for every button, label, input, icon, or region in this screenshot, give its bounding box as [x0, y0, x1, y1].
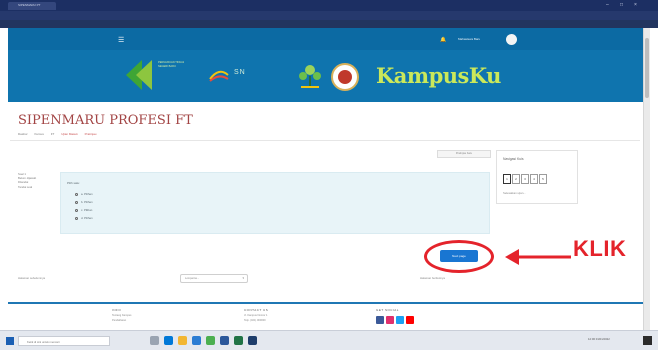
taskbar-clock[interactable]: 12:00 01/01/2022: [588, 337, 610, 341]
footer-contact-title: CONTACT US: [244, 308, 269, 312]
user-name[interactable]: Mahasiswa Baru: [458, 37, 480, 41]
footer-social-title: GET SOCIAL: [376, 308, 399, 312]
university-seal-logo: [331, 63, 359, 91]
quiz-navigation-block: Navigasi Kuis 12345 Selesaikan ujian...: [496, 150, 578, 204]
youtube-icon[interactable]: [406, 316, 414, 324]
finish-attempt-link[interactable]: Selesaikan ujian...: [503, 191, 526, 195]
footer-address: Jl. Kampus Nomor 1: [244, 314, 268, 317]
app-icon[interactable]: [248, 336, 257, 345]
question-navigation: 12345: [503, 174, 548, 184]
quiz-navigation-title: Navigasi Kuis: [503, 157, 524, 161]
user-menu[interactable]: Mahasiswa Baru: [454, 34, 517, 45]
answer-option[interactable]: a. Pilihan: [75, 192, 93, 196]
facebook-icon[interactable]: [376, 316, 384, 324]
radio-button[interactable]: [75, 192, 78, 196]
radio-button[interactable]: [75, 200, 78, 204]
previous-page-link[interactable]: Halaman sebelumnya: [18, 276, 45, 280]
footer-social: GET SOCIAL: [376, 308, 466, 325]
site-footer: INFO Tentang Kampus Pendaftaran CONTACT …: [8, 302, 643, 330]
breadcrumb-item[interactable]: Ujian Masuk: [61, 132, 78, 136]
footer-info: INFO Tentang Kampus Pendaftaran: [112, 308, 202, 322]
question-nav-button[interactable]: 1: [503, 174, 511, 184]
question-nav-button[interactable]: 5: [539, 174, 547, 184]
sn-logo: SN: [208, 65, 288, 87]
tree-logo: [299, 65, 321, 88]
divider: [10, 140, 640, 141]
windows-start-icon[interactable]: [6, 337, 14, 345]
excel-icon[interactable]: [234, 336, 243, 345]
notification-icon[interactable]: 🔔: [440, 37, 446, 43]
scrollbar-thumb[interactable]: [645, 38, 649, 98]
avatar[interactable]: [506, 34, 517, 45]
ptnb-logo-text: PERGURUAN TINGGI NEGERI BARU: [158, 61, 185, 68]
annotation-klik-label: KLIK: [573, 236, 627, 261]
jump-to-select[interactable]: Lompat ke... ▾: [180, 274, 248, 283]
minimize-icon[interactable]: –: [606, 2, 609, 8]
radio-button[interactable]: [75, 216, 78, 220]
flag-question-link[interactable]: Tandai soal: [18, 185, 58, 189]
os-taskbar: Ketik di sini untuk mencari 12:00 01/01/…: [0, 330, 658, 350]
highlight-ellipse: [424, 240, 494, 273]
footer-link[interactable]: Pendaftaran: [112, 319, 202, 322]
page-title: SIPENMARU PROFESI FT: [18, 113, 193, 128]
chevron-down-icon[interactable]: ▾: [242, 276, 244, 280]
answer-option-label[interactable]: c. Pilihan: [81, 208, 92, 212]
footer-info-title: INFO: [112, 308, 122, 312]
browser-tab-title[interactable]: SIPENMARU PT: [18, 3, 41, 7]
task-view-icon[interactable]: [150, 336, 159, 345]
browser-titlebar: SIPENMARU PT – □ ×: [0, 0, 658, 11]
taskbar-search-input[interactable]: Ketik di sini untuk mencari: [18, 336, 110, 346]
word-icon[interactable]: [220, 336, 229, 345]
breadcrumb-item[interactable]: Pratinjau: [85, 132, 97, 136]
chrome-icon[interactable]: [206, 336, 215, 345]
twitter-icon[interactable]: [396, 316, 404, 324]
browser-toolbar: ← → ↻ sipenmaru.pt/ujian/quiz/attempt.ph…: [0, 11, 658, 30]
kampus-logo-text: KampusKu: [376, 63, 501, 88]
start-new-preview-button[interactable]: Pratinjau baru: [437, 150, 491, 158]
store-icon[interactable]: [192, 336, 201, 345]
question-nav-button[interactable]: 3: [521, 174, 529, 184]
breadcrumb-item[interactable]: Dasbor: [18, 132, 28, 136]
jump-to-placeholder[interactable]: Lompat ke...: [185, 277, 199, 280]
answer-option-label[interactable]: a. Pilihan: [81, 192, 93, 196]
edge-icon[interactable]: [164, 336, 173, 345]
site-navbar: ☰ 🔔 Mahasiswa Baru: [8, 28, 643, 50]
bookmarks-bar: Aplikasi Bacaan: [0, 20, 658, 46]
maximize-icon[interactable]: □: [620, 2, 623, 8]
ptnb-logo: PERGURUAN TINGGI NEGERI BARU: [126, 55, 190, 95]
question-nav-button[interactable]: 4: [530, 174, 538, 184]
show-desktop-icon[interactable]: [643, 336, 652, 345]
footer-contact: CONTACT US Jl. Kampus Nomor 1 Telp. (021…: [244, 308, 334, 322]
breadcrumb-item[interactable]: FT: [51, 132, 55, 136]
logo-strip: PERGURUAN TINGGI NEGERI BARU SN KampusKu: [8, 50, 643, 102]
annotation-arrow-icon: [505, 249, 571, 265]
answer-option-label[interactable]: d. Pilihan: [81, 216, 93, 220]
menu-icon[interactable]: ☰: [118, 36, 124, 44]
answer-option[interactable]: c. Pilihan: [75, 208, 92, 212]
breadcrumb: Dasbor Kursus FT Ujian Masuk Pratinjau: [18, 132, 102, 136]
footer-link[interactable]: Tentang Kampus: [112, 314, 202, 317]
question-box: Pilih satu: a. Pilihan b. Pilihan c. Pil…: [60, 172, 490, 234]
footer-phone: Telp. (021) 000000: [244, 319, 266, 322]
radio-button[interactable]: [75, 208, 78, 212]
answer-option[interactable]: b. Pilihan: [75, 200, 93, 204]
site-header: ☰ 🔔 Mahasiswa Baru PERGURUAN TINGGI NEGE…: [8, 28, 643, 102]
next-page-link[interactable]: Halaman berikutnya: [420, 276, 445, 280]
instagram-icon[interactable]: [386, 316, 394, 324]
question-info: Soal 1 Belum dijawab Ditandai Tandai soa…: [18, 172, 58, 236]
file-explorer-icon[interactable]: [178, 336, 187, 345]
breadcrumb-item[interactable]: Kursus: [35, 132, 44, 136]
question-text: Pilih satu:: [67, 181, 81, 185]
answer-option-label[interactable]: b. Pilihan: [81, 200, 93, 204]
question-nav-button[interactable]: 2: [512, 174, 520, 184]
page-scrollbar[interactable]: [643, 28, 650, 330]
answer-option[interactable]: d. Pilihan: [75, 216, 93, 220]
close-icon[interactable]: ×: [634, 2, 637, 8]
sn-logo-text: SN: [234, 69, 246, 76]
